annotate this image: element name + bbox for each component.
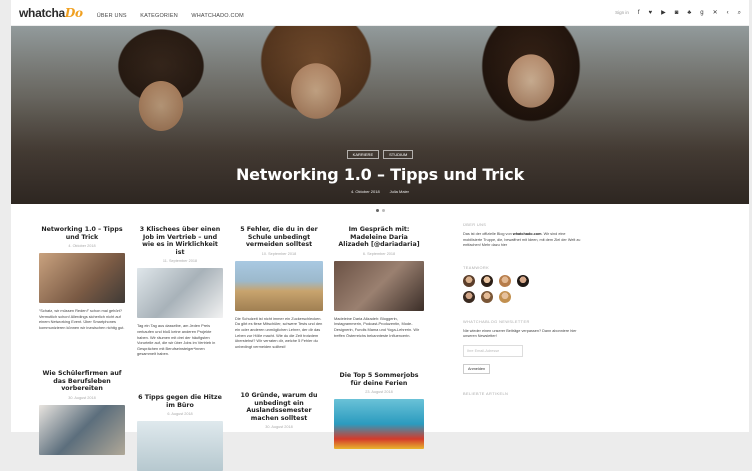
about-text-pre: Das ist der offizielle Blog von [463,232,513,236]
post-image[interactable] [235,260,323,311]
post-image[interactable] [334,399,424,450]
top-bar: whatchaDo ÜBER UNS KATEGORIEN WHATCHADO.… [11,0,749,26]
post-date: 10. September 2018 [261,251,297,256]
share-icon[interactable]: ‹ [727,10,729,16]
post-date: 6. August 2018 [167,412,193,417]
post-card: Networking 1.0 – Tipps und Trick 4. Okto… [39,226,125,331]
post-card: 6 Tipps gegen die Hitze im Büro 6. Augus… [137,394,223,471]
post-title[interactable]: Wie Schülerfirmen auf das Berufsleben vo… [39,370,125,393]
post-date: 11. September 2018 [162,259,198,264]
facebook-icon[interactable]: f [638,10,640,16]
post-title[interactable]: Networking 1.0 – Tipps und Trick [39,226,125,241]
slider-dots [11,206,749,214]
post-excerpt: Die Schulzeit ist nicht immer ein Zucker… [235,315,323,349]
post-card: Die Top 5 Sommerjobs für deine Ferien 23… [334,372,424,450]
avatar[interactable] [481,290,493,303]
main-nav: ÜBER UNS KATEGORIEN WHATCHADO.COM [97,4,253,22]
xing-icon[interactable]: ✕ [713,10,718,16]
about-text: Das ist der offizielle Blog von whatchad… [463,232,583,249]
nav-item-kategorien[interactable]: KATEGORIEN [140,13,178,19]
email-field[interactable]: Ihre Email-Adresse [463,344,523,357]
hero-tag[interactable]: STUDIUM [383,150,414,159]
post-excerpt: Tag ein Tag aus dasselbe, am Jeden Preis… [137,323,216,357]
post-title[interactable]: Die Top 5 Sommerjobs für deine Ferien [334,372,424,387]
logo-text: whatcha [19,5,65,20]
nav-item-whatchado[interactable]: WHATCHADO.COM [191,13,244,19]
googleplus-icon[interactable]: g [700,10,703,16]
about-heading: ÜBER UNS [463,222,487,227]
avatar[interactable] [463,274,475,287]
post-date: 23. August 2018 [365,390,393,395]
post-card: Im Gespräch mit: Madeleine Daria Alizade… [334,226,424,338]
snapchat-icon[interactable]: ♣ [687,10,691,16]
hero-content: KARRIERE STUDIUM Networking 1.0 – Tipps … [11,150,749,194]
post-image[interactable] [39,404,125,455]
twitter-icon[interactable]: ♥ [649,10,653,16]
hero-slider[interactable]: KARRIERE STUDIUM Networking 1.0 – Tipps … [11,26,749,204]
popular-heading: BELIEBTE ARTIKELN [463,390,509,396]
hero-date: 4. Oktober 2018 [350,189,380,194]
sidebar: ÜBER UNS Das ist der offizielle Blog von… [463,222,583,401]
team-avatars [463,274,583,303]
post-title[interactable]: Im Gespräch mit: Madeleine Daria Alizade… [334,226,424,249]
newsletter-heading: WHATCHABLOG NEWSLETTER [463,318,530,324]
sign-in-link[interactable]: Sign in [615,10,629,15]
post-title[interactable]: 3 Klischees über einen Job im Vertrieb –… [137,226,223,256]
post-image[interactable] [39,253,125,304]
hero-tags: KARRIERE STUDIUM [11,150,749,159]
post-image[interactable] [334,260,424,311]
page: whatchaDo ÜBER UNS KATEGORIEN WHATCHADO.… [11,0,749,471]
hero-title[interactable]: Networking 1.0 – Tipps und Trick [11,165,749,184]
main-content: Networking 1.0 – Tipps und Trick 4. Okto… [11,214,749,471]
subscribe-button[interactable]: Anmelden [463,363,491,374]
post-excerpt: Madeleine Daria Alizadeh: Bloggerin, Ins… [334,315,420,338]
hero-tag[interactable]: KARRIERE [346,150,380,159]
social-bar: Sign in f ♥ ▶ ◙ ♣ g ✕ ‹ ⌕ [615,10,741,16]
logo-accent: Do [64,5,83,20]
post-title[interactable]: 6 Tipps gegen die Hitze im Büro [137,394,223,409]
instagram-icon[interactable]: ◙ [675,10,679,16]
post-image[interactable] [137,421,223,471]
youtube-icon[interactable]: ▶ [661,10,666,16]
post-card: 3 Klischees über einen Job im Vertrieb –… [137,226,223,357]
avatar[interactable] [463,290,475,303]
post-date: 6. September 2018 [362,251,396,256]
post-image[interactable] [137,268,223,319]
team-heading: TEAMWORK [463,264,490,270]
post-card: 5 Fehler, die du in der Schule unbedingt… [235,226,323,350]
post-card: Wie Schülerfirmen auf das Berufsleben vo… [39,370,125,455]
avatar[interactable] [481,274,493,287]
post-card: 10 Gründe, warum du unbedingt ein Auslan… [235,392,323,429]
post-title[interactable]: 10 Gründe, warum du unbedingt ein Auslan… [235,392,323,422]
avatar[interactable] [517,274,529,287]
nav-item-ueber-uns[interactable]: ÜBER UNS [97,13,127,19]
hero-meta: 4. Oktober 2018 Julia Maier [11,189,749,194]
avatar[interactable] [499,290,511,303]
slider-dot[interactable] [375,208,379,212]
avatar[interactable] [499,274,511,287]
search-icon[interactable]: ⌕ [738,10,741,16]
newsletter-text: Nie wieder einen unserer Beiträge verpas… [463,328,577,339]
post-date: 30. August 2018 [265,425,293,430]
about-link[interactable]: whatchado.com [513,232,542,236]
site-logo[interactable]: whatchaDo [19,6,83,20]
post-excerpt: “Schatz, wir müssen Reden!” schon mal ge… [39,308,125,331]
hero-author[interactable]: Julia Maier [390,189,409,194]
post-date: 30. August 2018 [68,395,96,400]
post-date: 4. Oktober 2018 [68,244,96,249]
post-title[interactable]: 5 Fehler, die du in der Schule unbedingt… [235,226,323,249]
slider-dot[interactable] [381,208,385,212]
